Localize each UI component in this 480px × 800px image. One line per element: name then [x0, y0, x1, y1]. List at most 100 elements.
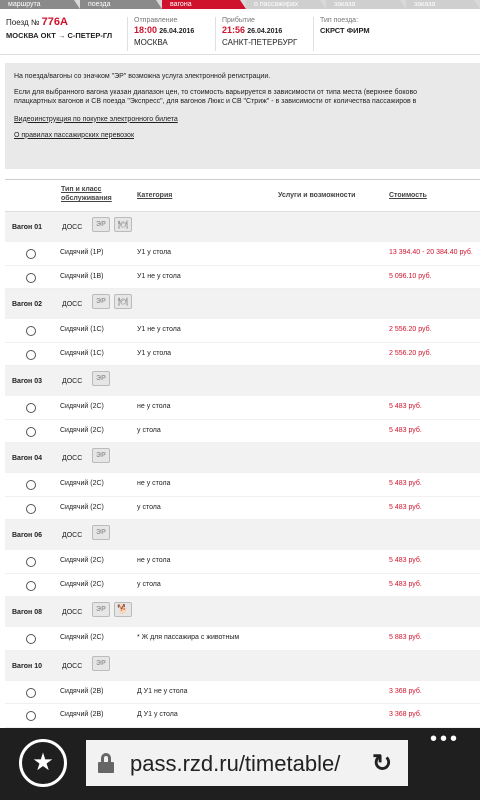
seat-radio[interactable] — [26, 634, 36, 644]
seat-row[interactable]: Сидячий (2С) не у стола 5 483 руб. — [5, 473, 480, 497]
car-class: ДОСС — [62, 224, 83, 231]
step-label: маршрута — [8, 1, 41, 8]
seat-radio[interactable] — [26, 326, 36, 336]
train-type-label: Тип поезда: — [320, 17, 359, 24]
step-passengers: о пассажирах — [246, 0, 326, 9]
step-train[interactable]: поезда — [80, 0, 162, 9]
seat-radio[interactable] — [26, 403, 36, 413]
food-icon: 🍽 — [114, 294, 132, 309]
departure-label: Отправление — [134, 17, 178, 24]
seat-category: не у стола — [137, 557, 171, 564]
e-registration-icon: ЭР — [92, 294, 110, 309]
seat-category: У1 не у стола — [137, 326, 181, 333]
seat-category: У1 не у стола — [137, 272, 181, 280]
table-header: Тип и класс обслуживания Категория Услуг… — [5, 179, 480, 212]
e-registration-icon: ЭР — [92, 655, 110, 671]
arrival-station: САНКТ-ПЕТЕРБУРГ — [222, 38, 298, 47]
col-cost-header[interactable]: Стоимость — [389, 191, 427, 200]
divider — [127, 17, 128, 51]
seat-row[interactable]: Сидячий (2С) не у стола 5 483 руб. — [5, 396, 480, 420]
info-line: На поезда/вагоны со значком "ЭР" возможн… — [14, 73, 271, 80]
seat-row[interactable]: Сидячий (2В) Д У1 у стола 3 368 руб. — [5, 704, 480, 728]
car-class: ДОСС — [62, 378, 83, 385]
step-order: заказа — [326, 0, 406, 9]
seat-row[interactable]: Сидячий (2В) Д У1 не у стола 3 368 руб. — [5, 680, 480, 704]
star-icon[interactable]: ★ — [19, 739, 67, 787]
car-name: Вагон 04 — [12, 455, 43, 462]
seat-price: 3 368 руб. — [389, 687, 422, 695]
car-class: ДОСС — [62, 609, 83, 616]
seat-radio[interactable] — [26, 349, 36, 360]
seat-price: 5 883 руб. — [389, 634, 422, 641]
seat-radio[interactable] — [26, 711, 36, 721]
car-name: Вагон 01 — [12, 224, 43, 231]
seat-row[interactable]: Сидячий (2С) у стола 5 483 руб. — [5, 419, 480, 443]
seat-row[interactable]: Сидячий (1Р) У1 у стола 13 394.40 - 20 384… — [5, 242, 480, 266]
seat-radio[interactable] — [26, 557, 36, 567]
seat-radio[interactable] — [26, 249, 36, 259]
seat-row[interactable]: Сидячий (1В) У1 не у стола 5 096.10 руб. — [5, 265, 480, 289]
seat-type: Сидячий (2В) — [60, 711, 104, 718]
seat-price: 13 394.40 - 20 384.40 руб. — [389, 249, 473, 256]
seat-radio[interactable] — [26, 480, 36, 490]
car-row: Вагон 06 ДОСС ЭР — [5, 520, 480, 550]
train-number-block: Поезд № 776А МОСКВА ОКТ → С-ПЕТЕР-ГЛ — [6, 16, 112, 40]
car-name: Вагон 02 — [12, 301, 43, 308]
col-type-header[interactable]: Тип и класс обслуживания — [61, 185, 112, 203]
lock-icon — [98, 753, 114, 773]
train-summary: Поезд № 776А МОСКВА ОКТ → С-ПЕТЕР-ГЛ Отп… — [0, 9, 480, 55]
seat-radio[interactable] — [26, 687, 36, 698]
food-icon: 🍽 — [114, 217, 132, 232]
seat-category: У1 у стола — [137, 249, 172, 256]
seat-category: не у стола — [137, 480, 171, 487]
seat-row[interactable]: Сидячий (2С) не у стола 5 483 руб. — [5, 550, 480, 574]
seat-category: * Ж для пассажира с животным — [137, 634, 240, 641]
more-icon[interactable]: ••• — [430, 728, 460, 751]
e-registration-icon: ЭР — [92, 525, 110, 540]
car-row: Вагон 03 ДОСС ЭР — [5, 366, 480, 396]
seat-category: у стола — [137, 580, 161, 588]
address-bar[interactable]: pass.rzd.ru/timetable/ ↻ — [86, 740, 408, 786]
seat-radio[interactable] — [26, 426, 36, 437]
seat-row[interactable]: Сидячий (2С) у стола 5 483 руб. — [5, 573, 480, 597]
seat-row[interactable]: Сидячий (1С) У1 не у стола 2 556.20 руб. — [5, 319, 480, 343]
seat-category: Д У1 не у стола — [137, 687, 188, 695]
arrival-label: Прибытие — [222, 17, 255, 24]
step-label: поезда — [88, 1, 111, 8]
car-name: Вагон 10 — [12, 662, 43, 670]
info-line: плацкартных вагонов и СВ поезда "Экспрес… — [14, 98, 417, 105]
step-label: вагона — [170, 1, 192, 8]
seat-category: У1 у стола — [137, 349, 172, 357]
seat-type: Сидячий (2С) — [60, 480, 104, 487]
e-registration-icon: ЭР — [92, 217, 110, 232]
col-category-header[interactable]: Категория — [137, 191, 172, 200]
arrival-date: 26.04.2016 — [247, 28, 283, 35]
seat-price: 5 483 руб. — [389, 480, 422, 487]
step-route[interactable]: маршрута — [0, 0, 80, 9]
departure-block: Отправление 18:00 26.04.2016 МОСКВА — [134, 16, 194, 48]
seat-category: у стола — [137, 426, 161, 434]
seat-row[interactable]: Сидячий (2С) * Ж для пассажира с животным… — [5, 627, 480, 651]
rules-link[interactable]: О правилах пассажирских перевозок — [14, 132, 471, 139]
seat-row[interactable]: Сидячий (2С) у стола 5 483 руб. — [5, 496, 480, 520]
car-class: ДОСС — [62, 662, 83, 670]
seat-radio[interactable] — [26, 580, 36, 591]
col-type-line: Тип и класс — [61, 186, 102, 193]
video-instruction-link[interactable]: Видеоинструкция по покупке электронного … — [14, 116, 471, 123]
departure-station: МОСКВА — [134, 38, 168, 47]
seat-radio[interactable] — [26, 503, 36, 514]
car-row: Вагон 04 ДОСС ЭР — [5, 443, 480, 473]
seat-radio[interactable] — [26, 272, 36, 283]
seat-price: 2 556.20 руб. — [389, 326, 432, 333]
train-type-block: Тип поезда: СКРСТ ФИРМ — [320, 16, 370, 36]
step-car[interactable]: вагона — [162, 0, 246, 9]
arrival-time: 21:56 — [222, 25, 246, 35]
col-type-line: обслуживания — [61, 195, 112, 202]
reload-icon[interactable]: ↻ — [372, 749, 392, 778]
seat-type: Сидячий (1С) — [60, 349, 104, 357]
seat-row[interactable]: Сидячий (1С) У1 у стола 2 556.20 руб. — [5, 342, 480, 366]
seat-type: Сидячий (2С) — [60, 634, 104, 641]
seat-type: Сидячий (2С) — [60, 403, 104, 410]
seat-type: Сидячий (1В) — [60, 272, 104, 280]
car-class: ДОСС — [62, 532, 83, 539]
